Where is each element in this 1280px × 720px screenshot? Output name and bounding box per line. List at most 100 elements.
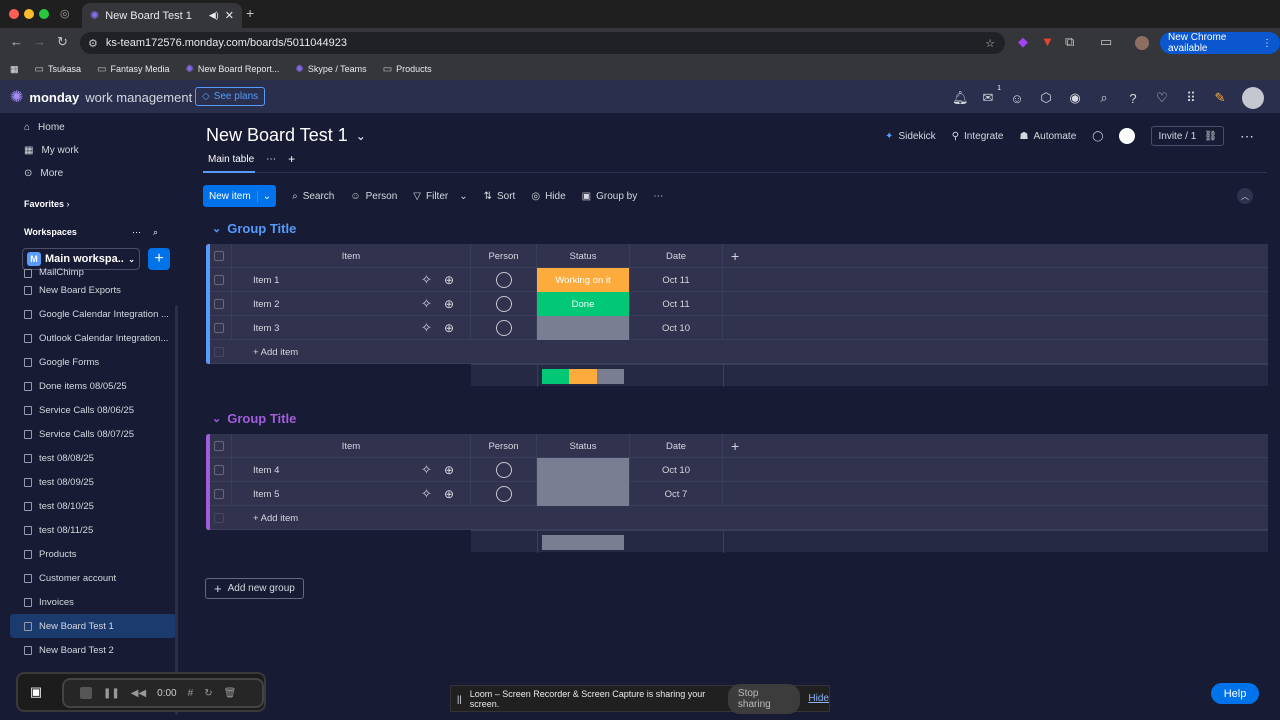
collapse-header-button[interactable]: ︿ [1237, 188, 1253, 204]
ai-sparkle-icon[interactable]: ✧ [421, 320, 432, 336]
sort-button[interactable]: ⇅ Sort [484, 191, 516, 202]
integrate-button[interactable]: ⚲ Integrate [952, 131, 1004, 142]
add-item-cell[interactable]: + Add item [232, 340, 1268, 364]
add-view-button[interactable]: + [288, 152, 295, 166]
person-avatar-icon[interactable] [495, 486, 512, 502]
workspace-search-icon[interactable]: ⌕ [153, 227, 158, 238]
nav-more[interactable]: ⊙ More [10, 162, 176, 185]
cell-status[interactable]: Working on it [537, 268, 630, 292]
extension-icon[interactable]: ◆ [1018, 34, 1028, 50]
new-chrome-available-button[interactable]: New Chrome available ⋮ [1160, 32, 1280, 54]
stop-recording-icon[interactable] [80, 687, 92, 699]
bookmark-item[interactable]: ▭ Fantasy Media [97, 64, 169, 75]
user-avatar[interactable] [1242, 87, 1264, 109]
forward-icon[interactable]: → [33, 34, 46, 49]
select-all-checkbox[interactable] [213, 251, 224, 261]
item-name[interactable]: Item 4 [253, 465, 421, 476]
nav-home[interactable]: ⌂ Home [10, 116, 176, 139]
ai-sparkle-icon[interactable]: ✧ [421, 486, 432, 502]
extensions-puzzle-icon[interactable]: ⧉ [1065, 34, 1074, 50]
add-column-button[interactable]: + [731, 248, 739, 264]
trash-icon[interactable]: 🗑︎ [224, 688, 237, 699]
board-menu-icon[interactable]: ⋯ [1240, 128, 1254, 145]
add-new-group-button[interactable]: + Add new group [205, 578, 304, 599]
date-value[interactable]: Oct 10 [662, 465, 690, 476]
person-avatar-icon[interactable] [495, 462, 512, 478]
tab-search-icon[interactable]: ◎ [60, 7, 70, 20]
date-value[interactable]: Oct 11 [662, 299, 689, 310]
select-all-checkbox[interactable] [213, 441, 224, 451]
chevron-down-icon[interactable]: ⌄ [256, 190, 276, 202]
toolbar-more-icon[interactable]: ⋯ [653, 191, 663, 202]
row-checkbox[interactable] [213, 323, 224, 333]
sidebar-board-item[interactable]: Service Calls 08/06/25 [10, 398, 176, 422]
hide-button[interactable]: ◎ Hide [531, 191, 565, 202]
add-update-icon[interactable]: ⊕ [444, 297, 454, 311]
link-icon[interactable]: ⛓ [1204, 131, 1217, 142]
ai-sparkle-icon[interactable]: ✧ [421, 462, 432, 478]
sidebar-board-item[interactable]: New Board Test 1 [10, 614, 176, 638]
tab-options-icon[interactable]: ⋯ [266, 154, 276, 165]
invite-members-icon[interactable]: ☺ [1010, 91, 1024, 106]
sidebar-board-item[interactable]: test 08/08/25 [10, 446, 176, 470]
reload-icon[interactable]: ↻ [57, 34, 68, 50]
close-tab-icon[interactable]: ✕ [225, 9, 234, 22]
date-value[interactable]: Oct 11 [662, 275, 689, 286]
chevron-down-icon[interactable]: ⌄ [212, 222, 221, 235]
column-header-status[interactable]: Status [570, 441, 597, 452]
heart-icon[interactable]: ♡ [1155, 90, 1169, 106]
filter-button[interactable]: ▽ Filter ⌄ [413, 191, 467, 202]
see-plans-button[interactable]: ◇ See plans [195, 87, 266, 106]
comment-icon[interactable]: ◯ [1092, 131, 1103, 142]
item-name[interactable]: Item 5 [253, 489, 421, 500]
row-checkbox[interactable] [213, 275, 224, 285]
extension-download-icon[interactable]: ▼ [1041, 34, 1054, 49]
minimize-window-button[interactable] [24, 9, 34, 19]
help-question-icon[interactable]: ? [1126, 91, 1140, 106]
profile-avatar[interactable] [1135, 36, 1149, 50]
bookmark-item[interactable]: ▭ Tsukasa [35, 64, 81, 75]
apps-grid-icon[interactable]: ▦ [10, 64, 19, 75]
rewind-icon[interactable]: ◀◀ [131, 688, 146, 699]
board-owner-avatar[interactable] [1119, 128, 1136, 144]
add-update-icon[interactable]: ⊕ [444, 487, 454, 501]
back-icon[interactable]: ← [10, 34, 23, 49]
row-checkbox[interactable] [213, 465, 224, 475]
ai-sparkle-icon[interactable]: ✧ [421, 272, 432, 288]
chevron-down-icon[interactable]: ⌄ [459, 191, 467, 202]
ai-sparkle-icon[interactable]: ✧ [421, 296, 432, 312]
column-header-status[interactable]: Status [570, 251, 597, 262]
new-tab-button[interactable]: + [246, 5, 254, 21]
add-update-icon[interactable]: ⊕ [444, 463, 454, 477]
group-title[interactable]: ⌄ Group Title [212, 411, 296, 426]
invite-button[interactable]: Invite / 1 ⛓ [1151, 126, 1224, 146]
sidebar-board-item[interactable]: Customer account [10, 566, 176, 590]
inbox-icon[interactable]: ✉ 1 [981, 85, 1001, 106]
sidebar-board-item[interactable]: Google Forms [10, 350, 176, 374]
draw-icon[interactable]: # [188, 688, 194, 699]
column-header-date[interactable]: Date [666, 251, 686, 262]
sidebar-board-item[interactable]: Google Calendar Integration ... [10, 302, 176, 326]
site-info-icon[interactable]: ⚙ [88, 37, 98, 50]
ai-sidekick-icon[interactable]: ◉ [1068, 90, 1082, 106]
stop-sharing-button[interactable]: Stop sharing [727, 683, 801, 714]
row-checkbox[interactable] [213, 299, 224, 309]
url-field[interactable]: ⚙ ks-team172576.monday.com/boards/501104… [80, 32, 1005, 54]
favorites-section[interactable]: Favorites › [10, 190, 176, 218]
notifications-bell-icon[interactable]: 🔔︎ [952, 90, 969, 106]
camera-icon[interactable]: ▣ [20, 677, 52, 707]
apps-marketplace-icon[interactable]: ⬡ [1039, 90, 1053, 106]
help-button[interactable]: Help [1211, 683, 1259, 704]
search-button[interactable]: ⌕ Search [292, 191, 334, 202]
sidebar-board-item[interactable]: Products [10, 542, 176, 566]
monday-logo[interactable]: ✺ monday work management [10, 87, 192, 107]
sidebar-board-item[interactable]: Invoices [10, 590, 176, 614]
add-item-cell[interactable]: + Add item [232, 506, 1268, 530]
sidebar-board-item[interactable]: Done items 08/05/25 [10, 374, 176, 398]
add-update-icon[interactable]: ⊕ [444, 273, 454, 287]
item-name[interactable]: Item 1 [253, 275, 421, 286]
bookmark-star-icon[interactable]: ☆ [985, 37, 995, 50]
item-name[interactable]: Item 3 [253, 323, 421, 334]
hide-share-bar-link[interactable]: Hide [808, 693, 829, 704]
automate-button[interactable]: ☗ Automate [1020, 131, 1077, 142]
